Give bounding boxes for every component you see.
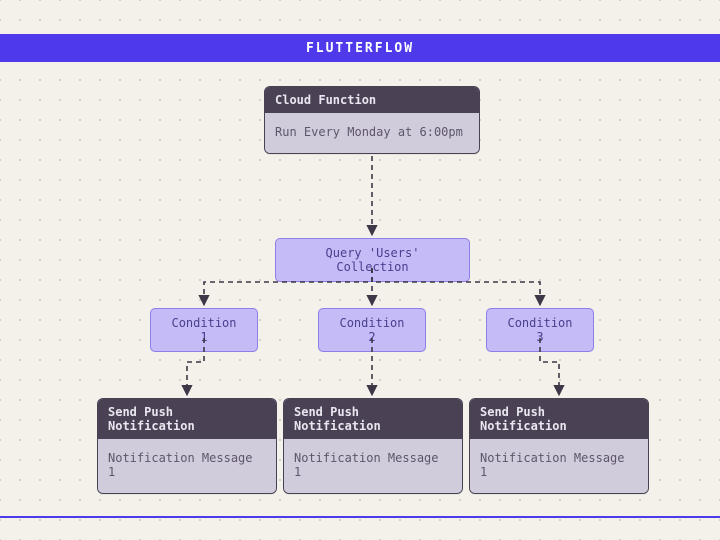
chip-condition-1: Condition 1 <box>150 308 258 352</box>
node-header: Cloud Function <box>265 87 479 113</box>
node-header: Send Push Notification <box>284 399 462 439</box>
banner: FLUTTERFLOW <box>0 34 720 62</box>
node-cloud-function: Cloud Function Run Every Monday at 6:00p… <box>264 86 480 154</box>
chip-query: Query 'Users' Collection <box>275 238 470 282</box>
node-header: Send Push Notification <box>98 399 276 439</box>
node-notification-1: Send Push Notification Notification Mess… <box>97 398 277 494</box>
node-body: Notification Message 1 <box>98 439 276 493</box>
node-notification-2: Send Push Notification Notification Mess… <box>283 398 463 494</box>
node-header: Send Push Notification <box>470 399 648 439</box>
node-notification-3: Send Push Notification Notification Mess… <box>469 398 649 494</box>
footer-divider <box>0 516 720 518</box>
banner-title: FLUTTERFLOW <box>306 41 414 56</box>
node-body: Notification Message 1 <box>470 439 648 493</box>
chip-condition-2: Condition 2 <box>318 308 426 352</box>
chip-condition-3: Condition 3 <box>486 308 594 352</box>
node-body: Notification Message 1 <box>284 439 462 493</box>
node-body: Run Every Monday at 6:00pm <box>265 113 479 153</box>
